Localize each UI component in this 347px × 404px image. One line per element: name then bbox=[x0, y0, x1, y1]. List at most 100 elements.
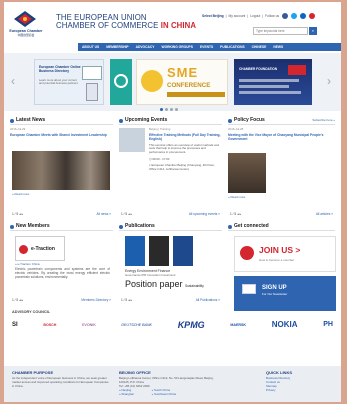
office-link[interactable]: » Shanghai bbox=[119, 392, 134, 397]
purpose-text: As the independent voice of European bus… bbox=[12, 376, 109, 388]
badge-graphic bbox=[288, 65, 306, 75]
nav-publications[interactable]: PUBLICATIONS bbox=[220, 45, 244, 49]
slide1-text: Learn more about your current and potent… bbox=[39, 78, 78, 86]
tablet-icon bbox=[86, 83, 98, 101]
news-date: 2016-Jul-29 bbox=[10, 127, 26, 131]
event-time: ◷ 09:00 - 17:00 bbox=[149, 156, 170, 161]
monitor-icon bbox=[82, 66, 102, 80]
carousel-prev-icon[interactable]: ‹ bbox=[11, 74, 15, 89]
slide-foundation[interactable]: CHAMBER FOUNDATION bbox=[234, 59, 312, 105]
book-icon bbox=[119, 224, 123, 229]
carousel-dot[interactable] bbox=[160, 108, 163, 111]
logout-link[interactable]: Logout bbox=[250, 14, 260, 18]
slide-sme-conference[interactable]: SME CONFERENCE bbox=[136, 59, 228, 105]
sme-title: SME bbox=[167, 65, 199, 80]
news-icon bbox=[10, 118, 14, 123]
nav-membership[interactable]: MEMBERSHIP bbox=[106, 45, 128, 49]
weibo-icon[interactable] bbox=[309, 13, 316, 19]
sponsor-logo-nokia[interactable]: NOKIA bbox=[272, 320, 298, 330]
logo-text: European Chamber 中国欧盟商会 bbox=[5, 29, 47, 37]
sponsor-logo-evonik[interactable]: EVONIK bbox=[82, 323, 96, 327]
news-photo[interactable] bbox=[12, 151, 110, 190]
carousel-dot[interactable] bbox=[175, 108, 178, 111]
publication-cover[interactable] bbox=[149, 236, 169, 266]
chamber-logo[interactable] bbox=[13, 10, 37, 28]
nav-working-groups[interactable]: WORKING GROUPS bbox=[161, 45, 193, 49]
upcoming-events-section: Upcoming Events Beijing | Training Effec… bbox=[119, 117, 222, 220]
carousel-dot[interactable] bbox=[165, 108, 168, 111]
policy-subscribe-link[interactable]: Subscribe here » bbox=[312, 118, 335, 123]
news-headline[interactable]: European Chamber Meets with Shanxi Inves… bbox=[10, 133, 113, 137]
policy-date: 2016-Jul-28 bbox=[228, 127, 244, 131]
twitter-icon[interactable] bbox=[291, 13, 298, 19]
follow-us-label: Follow us bbox=[265, 13, 280, 18]
sponsor-logo-bosch[interactable]: BOSCH bbox=[43, 323, 56, 327]
slide4-text-line bbox=[239, 85, 289, 88]
event-thumbnail[interactable] bbox=[119, 128, 145, 152]
event-headline[interactable]: Effective Training Methods (Full Day Tra… bbox=[149, 133, 221, 141]
join-us-banner[interactable]: JOIN US > How to become a member bbox=[234, 236, 336, 272]
facebook-icon[interactable] bbox=[282, 13, 289, 19]
carousel-dot[interactable] bbox=[170, 108, 173, 111]
members-directory-link[interactable]: Members Directory » bbox=[81, 298, 111, 302]
my-account-link[interactable]: My account bbox=[228, 14, 245, 18]
members-title: New Members bbox=[10, 223, 113, 231]
all-events-link[interactable]: All upcoming events » bbox=[189, 212, 220, 216]
main-nav: ABOUT US MEMBERSHIP ADVOCACY WORKING GRO… bbox=[78, 43, 341, 51]
all-articles-link[interactable]: All articles » bbox=[316, 212, 333, 216]
quick-link[interactable]: Privacy bbox=[266, 388, 336, 393]
nav-news[interactable]: NEWS bbox=[273, 45, 283, 49]
quick-links-title: QUICK LINKS bbox=[266, 370, 292, 375]
join-icon bbox=[240, 246, 254, 260]
sponsor-logo-maersk[interactable]: MAERSK bbox=[230, 323, 246, 327]
nav-events[interactable]: EVENTS bbox=[200, 45, 213, 49]
carousel-next-icon[interactable]: › bbox=[327, 74, 331, 89]
title-line2: CHAMBER OF COMMERCE bbox=[56, 21, 159, 31]
banner-carousel: ‹ › European Chamber Online Business Dir… bbox=[4, 53, 341, 111]
footer-purpose: CHAMBER PURPOSE As the independent voice… bbox=[12, 370, 110, 388]
nav-advocacy[interactable]: ADVOCACY bbox=[136, 45, 155, 49]
policy-read-more[interactable]: » Read more bbox=[228, 195, 245, 200]
slide-business-directory[interactable]: European Chamber Online Business Directo… bbox=[34, 59, 104, 105]
search-input[interactable] bbox=[253, 27, 308, 35]
publication-cover[interactable] bbox=[125, 236, 145, 266]
sponsor-logo-si[interactable]: SI bbox=[12, 322, 18, 330]
office-title: BEIJING OFFICE bbox=[119, 370, 151, 375]
member-logo[interactable]: e-Traction bbox=[15, 236, 65, 261]
sponsor-logo-kpmg[interactable]: KPMG bbox=[178, 320, 205, 331]
events-title: Upcoming Events bbox=[119, 117, 222, 125]
news-read-more[interactable]: » Read more bbox=[12, 192, 29, 197]
policy-photo[interactable] bbox=[228, 153, 266, 193]
news-pager[interactable]: 1 / 5 ◂ ▸ bbox=[12, 212, 23, 216]
page: European Chamber 中国欧盟商会 THE EUROPEAN UNI… bbox=[4, 2, 341, 402]
signup-banner[interactable]: SIGN UP For Our Newsletter bbox=[234, 276, 336, 311]
linkedin-icon[interactable] bbox=[300, 13, 307, 19]
get-connected-section: Get connected JOIN US > How to become a … bbox=[228, 223, 336, 311]
connect-icon bbox=[228, 224, 232, 229]
nav-about-us[interactable]: ABOUT US bbox=[82, 45, 99, 49]
sponsor-logo-deutsche-bank[interactable]: DEUTSCHE BANK bbox=[121, 323, 152, 327]
position-paper-label[interactable]: Position paper Sustainability bbox=[125, 279, 220, 290]
all-news-link[interactable]: All news » bbox=[96, 212, 111, 216]
publications-pager[interactable]: 1 / 5 ◂ ▸ bbox=[121, 298, 132, 302]
publication-cover[interactable] bbox=[173, 236, 193, 266]
events-pager[interactable]: 1 / 5 ◂ ▸ bbox=[121, 212, 132, 216]
policy-headline[interactable]: Meeting with the Vice Mayor of Chaoyang … bbox=[228, 133, 335, 141]
all-publications-link[interactable]: All Publications » bbox=[196, 298, 220, 302]
members-pager[interactable]: 1 / 5 ◂ ▸ bbox=[12, 298, 23, 302]
publication-subtitle: Governance IPR Innovation Investment bbox=[125, 273, 176, 277]
sme-subtitle: CONFERENCE bbox=[167, 82, 211, 89]
connected-title: Get connected bbox=[228, 223, 335, 231]
slide-teal[interactable] bbox=[110, 59, 132, 105]
policy-pager[interactable]: 1 / 5 ◂ ▸ bbox=[230, 212, 241, 216]
globe-icon bbox=[114, 74, 128, 88]
search-button[interactable]: ⌕ bbox=[309, 27, 317, 35]
site-title: THE EUROPEAN UNION CHAMBER OF COMMERCE I… bbox=[56, 13, 196, 31]
office-link[interactable]: » Southwest China bbox=[152, 392, 176, 397]
language-select[interactable]: Select Beijing bbox=[202, 14, 224, 18]
footer-quick-links: QUICK LINKS Business Directory Contact u… bbox=[266, 370, 336, 393]
logo-subtext: 中国欧盟商会 bbox=[17, 32, 35, 37]
nav-chinese[interactable]: CHINESE bbox=[252, 45, 267, 49]
signup-sub: For Our Newsletter bbox=[262, 292, 288, 296]
sponsor-logo-ph[interactable]: PH bbox=[323, 321, 333, 330]
